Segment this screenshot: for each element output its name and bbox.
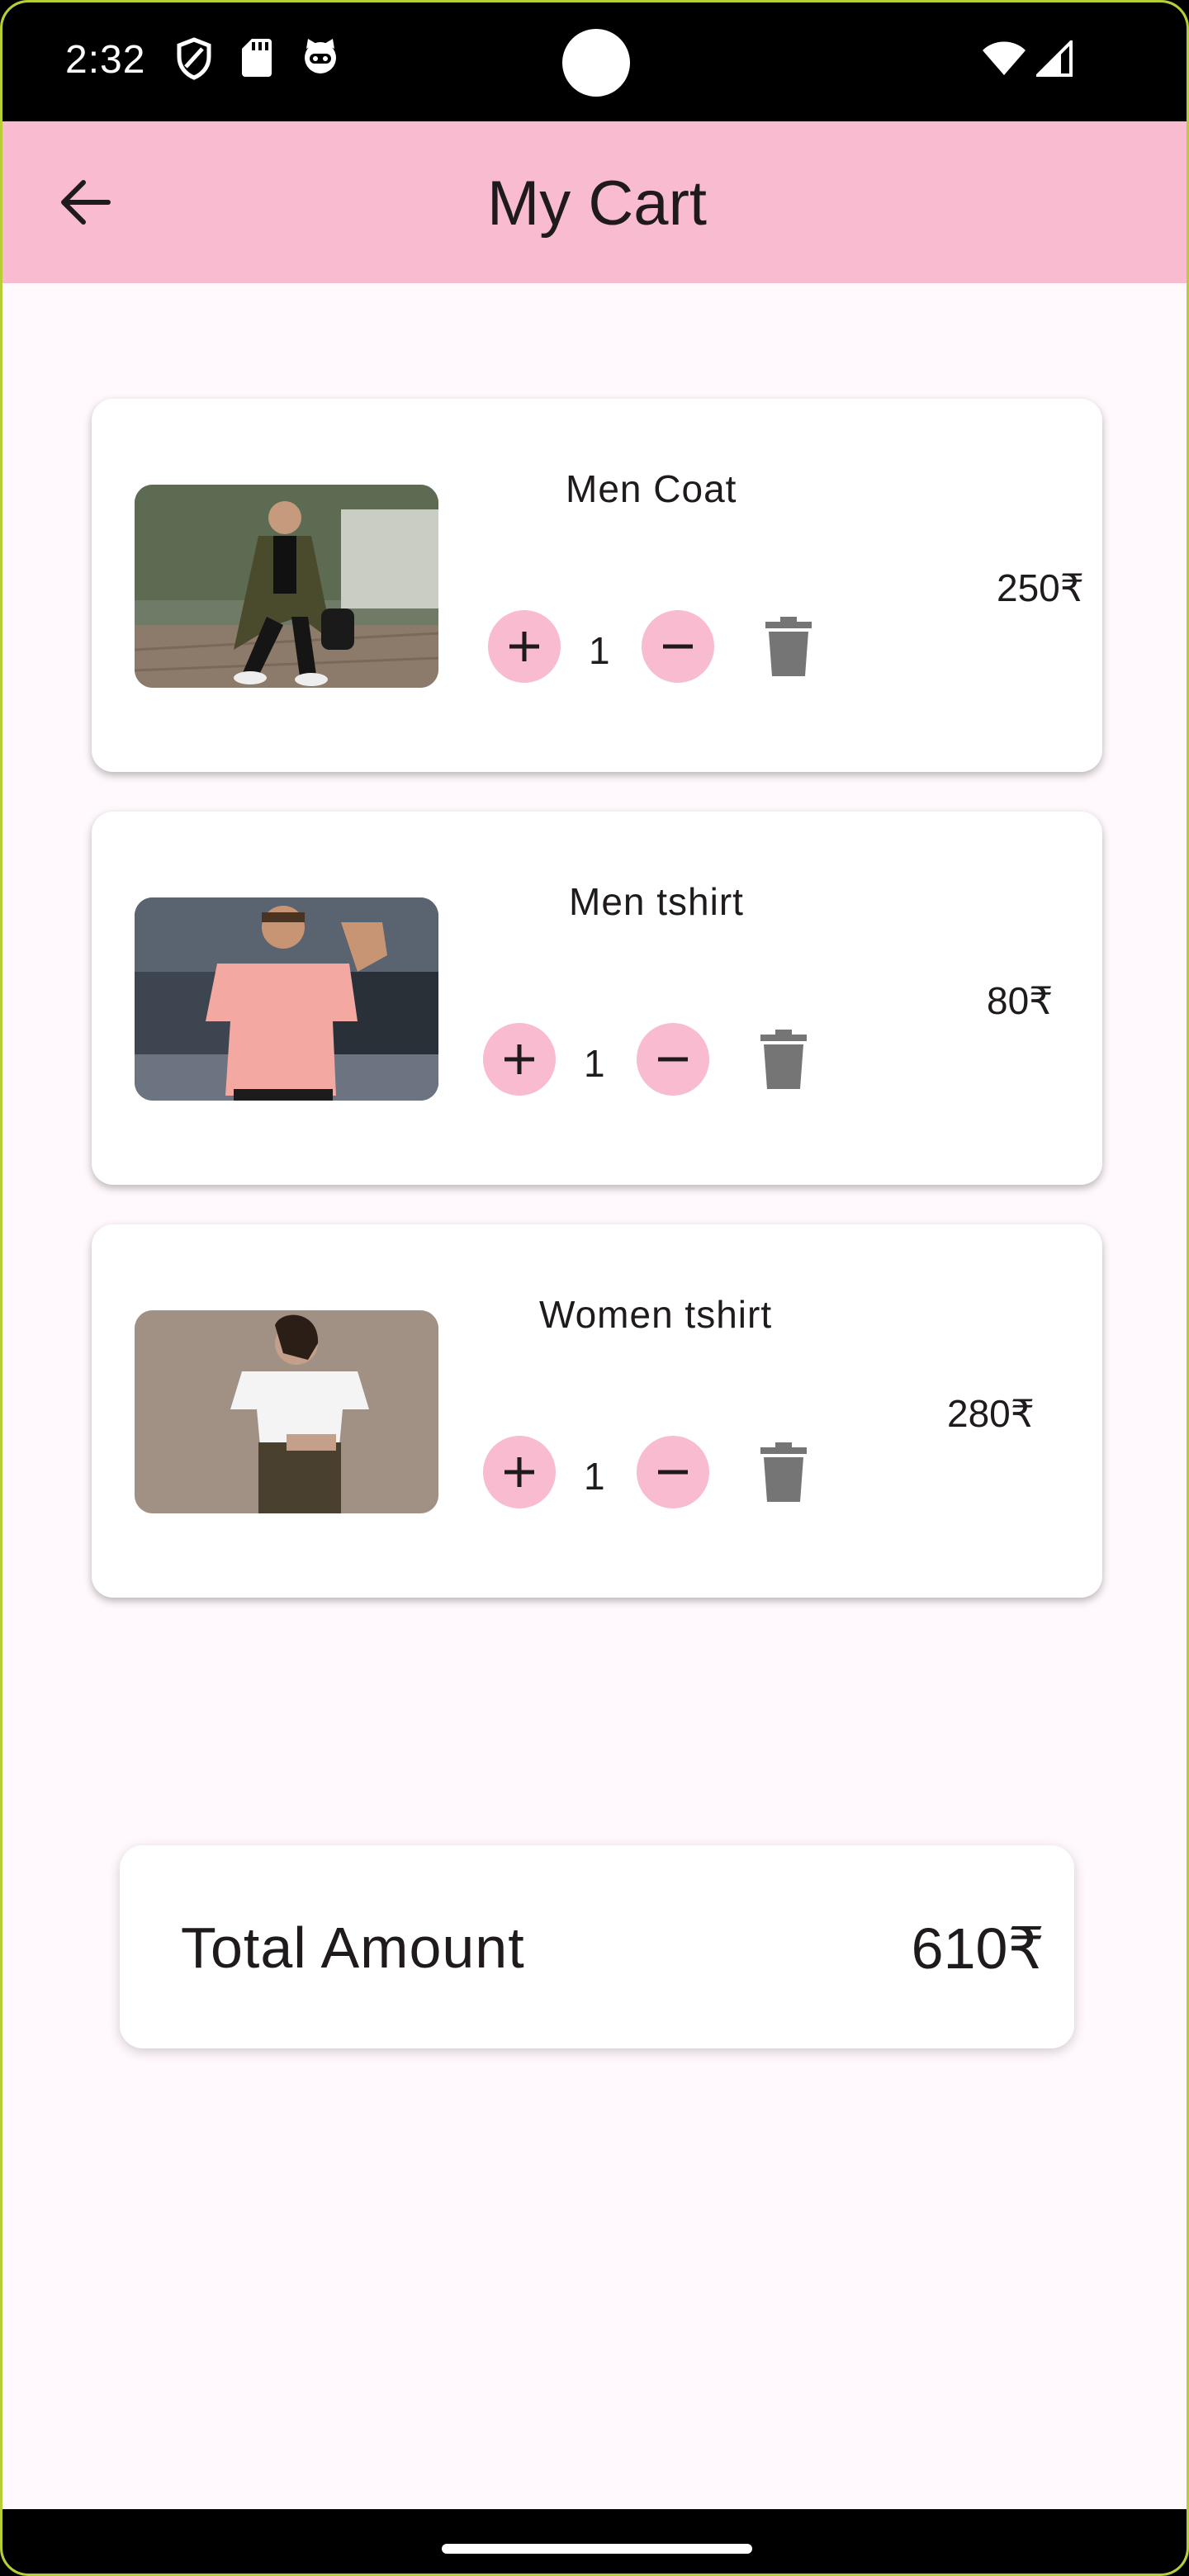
plus-icon [504,1044,534,1074]
minus-icon [658,1470,688,1475]
product-image [135,897,438,1101]
status-time: 2:32 [65,38,146,82]
decrease-quantity-button[interactable] [637,1023,709,1096]
increase-quantity-button[interactable] [483,1023,556,1096]
quantity-value: 1 [584,1455,605,1498]
arrow-back-icon [61,180,111,225]
quantity-value: 1 [589,629,610,672]
cart-item-card: Women tshirt 1 280₹ [92,1224,1102,1598]
total-value: 610₹ [911,1916,1045,1981]
quantity-value: 1 [584,1042,605,1085]
camera-cutout [562,29,630,97]
product-name: Men Coat [566,467,737,510]
plus-icon [504,1457,534,1487]
man-coat-photo [135,485,438,688]
product-image [135,1310,438,1513]
app-bar: My Cart [2,121,1187,283]
delete-icon[interactable] [764,617,813,676]
page-title: My Cart [487,168,707,239]
product-name: Men tshirt [569,880,744,923]
signal-icon [1036,40,1073,77]
plus-icon [509,632,539,661]
screen: 2:32 My Cart Men Coat 1 250₹ Men tshirt … [0,0,1189,2576]
shield-icon [177,37,211,80]
woman-tshirt-photo [135,1310,438,1513]
sd-card-icon [242,39,272,77]
increase-quantity-button[interactable] [488,610,561,683]
delete-icon[interactable] [759,1442,808,1502]
cart-item-card: Men tshirt 1 80₹ [92,812,1102,1185]
increase-quantity-button[interactable] [483,1436,556,1508]
home-indicator[interactable] [442,2544,752,2554]
product-name: Women tshirt [539,1293,773,1336]
product-price: 80₹ [987,979,1054,1022]
decrease-quantity-button[interactable] [642,610,714,683]
cat-face-icon [305,39,336,73]
delete-icon[interactable] [759,1030,808,1089]
status-bar: 2:32 [2,2,1187,121]
navigation-bar [2,2509,1187,2574]
decrease-quantity-button[interactable] [637,1436,709,1508]
back-button[interactable] [52,169,118,235]
cart-item-card: Men Coat 1 250₹ [92,399,1102,772]
product-price: 250₹ [997,566,1085,609]
minus-icon [663,644,693,649]
man-tshirt-photo [135,897,438,1101]
product-price: 280₹ [947,1392,1035,1435]
wifi-icon [983,41,1026,75]
product-image [135,485,438,688]
total-label: Total Amount [181,1915,525,1980]
minus-icon [658,1057,688,1062]
total-amount-card: Total Amount 610₹ [120,1845,1074,2048]
